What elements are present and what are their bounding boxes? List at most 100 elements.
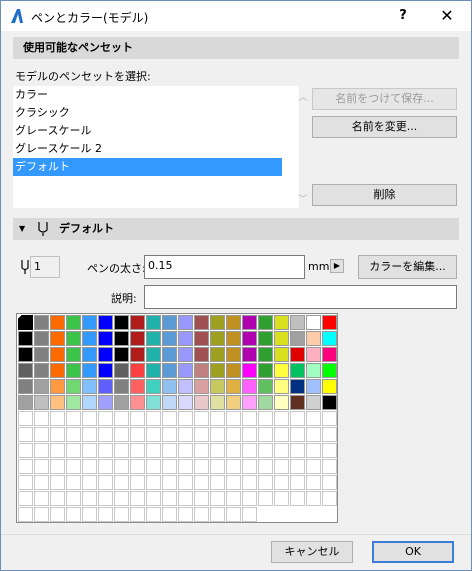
pen-cell[interactable] xyxy=(290,459,305,474)
pen-cell[interactable] xyxy=(274,443,289,458)
pen-cell[interactable] xyxy=(322,395,337,410)
pen-cell[interactable] xyxy=(66,475,81,490)
pen-cell[interactable] xyxy=(98,443,113,458)
pen-cell[interactable] xyxy=(258,475,273,490)
pen-cell[interactable] xyxy=(258,443,273,458)
list-item[interactable]: グレースケール 2 xyxy=(13,140,282,158)
pen-cell[interactable] xyxy=(226,347,241,362)
pen-cell[interactable] xyxy=(50,347,65,362)
pen-cell[interactable] xyxy=(322,459,337,474)
pen-cell[interactable] xyxy=(34,443,49,458)
pen-cell[interactable] xyxy=(66,315,81,330)
pen-cell[interactable] xyxy=(178,475,193,490)
edit-color-button[interactable]: カラーを編集... xyxy=(358,255,457,279)
pen-cell[interactable] xyxy=(242,475,257,490)
pen-cell[interactable] xyxy=(306,443,321,458)
pen-cell[interactable] xyxy=(210,347,225,362)
pen-cell[interactable] xyxy=(274,379,289,394)
list-item[interactable]: カラー xyxy=(13,86,282,104)
help-button[interactable]: ? xyxy=(381,3,425,29)
pen-cell[interactable] xyxy=(82,379,97,394)
pen-cell[interactable] xyxy=(322,315,337,330)
pen-cell[interactable] xyxy=(290,475,305,490)
pen-cell[interactable] xyxy=(274,331,289,346)
pen-cell[interactable] xyxy=(274,459,289,474)
pen-cell[interactable] xyxy=(290,363,305,378)
pen-cell[interactable] xyxy=(258,315,273,330)
pen-cell[interactable] xyxy=(66,379,81,394)
pen-cell[interactable] xyxy=(290,427,305,442)
pen-cell[interactable] xyxy=(194,427,209,442)
pen-cell[interactable] xyxy=(306,395,321,410)
pen-cell[interactable] xyxy=(258,491,273,506)
pen-cell[interactable] xyxy=(226,491,241,506)
pen-cell[interactable] xyxy=(258,331,273,346)
delete-button[interactable]: 削除 xyxy=(312,184,457,206)
pen-cell[interactable] xyxy=(162,331,177,346)
pen-cell[interactable] xyxy=(114,411,129,426)
pen-cell[interactable] xyxy=(162,379,177,394)
pen-cell[interactable] xyxy=(242,363,257,378)
pen-cell[interactable] xyxy=(306,331,321,346)
pen-cell[interactable] xyxy=(18,411,33,426)
pen-cell[interactable] xyxy=(50,443,65,458)
pen-cell[interactable] xyxy=(130,347,145,362)
close-button[interactable]: ✕ xyxy=(425,3,469,29)
pen-cell[interactable] xyxy=(34,363,49,378)
pen-cell[interactable] xyxy=(18,395,33,410)
pen-cell[interactable] xyxy=(258,347,273,362)
pen-cell[interactable] xyxy=(258,427,273,442)
pen-cell[interactable] xyxy=(290,443,305,458)
pen-cell[interactable] xyxy=(114,331,129,346)
pen-cell[interactable] xyxy=(146,331,161,346)
pen-cell[interactable] xyxy=(226,443,241,458)
pen-cell[interactable] xyxy=(18,491,33,506)
pen-cell[interactable] xyxy=(34,347,49,362)
pen-cell[interactable] xyxy=(18,331,33,346)
pen-cell[interactable] xyxy=(18,475,33,490)
pen-cell[interactable] xyxy=(130,411,145,426)
pen-cell[interactable] xyxy=(322,443,337,458)
pen-cell[interactable] xyxy=(306,427,321,442)
pen-cell[interactable] xyxy=(146,443,161,458)
pen-cell[interactable] xyxy=(210,475,225,490)
pen-cell[interactable] xyxy=(306,491,321,506)
pen-palette-grid[interactable] xyxy=(16,313,338,523)
pen-cell[interactable] xyxy=(322,347,337,362)
pen-cell[interactable] xyxy=(18,459,33,474)
pen-cell[interactable] xyxy=(114,315,129,330)
pen-cell[interactable] xyxy=(146,491,161,506)
pen-cell[interactable] xyxy=(162,395,177,410)
pen-cell[interactable] xyxy=(322,411,337,426)
pen-cell[interactable] xyxy=(162,459,177,474)
unit-menu-arrow-icon[interactable]: ▶ xyxy=(330,259,344,273)
pen-set-list[interactable]: カラー クラシック グレースケール グレースケール 2 デフォルト ︿ ﹀ xyxy=(13,86,308,208)
pen-cell[interactable] xyxy=(242,379,257,394)
pen-cell[interactable] xyxy=(18,347,33,362)
pen-cell[interactable] xyxy=(322,491,337,506)
pen-cell[interactable] xyxy=(146,363,161,378)
pen-cell[interactable] xyxy=(242,395,257,410)
pen-cell[interactable] xyxy=(50,459,65,474)
pen-cell[interactable] xyxy=(34,459,49,474)
pen-cell[interactable] xyxy=(66,427,81,442)
pen-cell[interactable] xyxy=(194,475,209,490)
pen-cell[interactable] xyxy=(322,363,337,378)
pen-cell[interactable] xyxy=(82,363,97,378)
pen-cell[interactable] xyxy=(146,475,161,490)
pen-cell[interactable] xyxy=(178,507,193,522)
pen-cell[interactable] xyxy=(226,363,241,378)
pen-cell[interactable] xyxy=(66,491,81,506)
pen-cell[interactable] xyxy=(98,347,113,362)
pen-cell[interactable] xyxy=(226,411,241,426)
pen-cell[interactable] xyxy=(226,379,241,394)
pen-cell[interactable] xyxy=(18,443,33,458)
pen-cell[interactable] xyxy=(210,411,225,426)
pen-cell[interactable] xyxy=(274,347,289,362)
pen-cell[interactable] xyxy=(306,315,321,330)
pen-cell[interactable] xyxy=(162,491,177,506)
pen-cell[interactable] xyxy=(98,427,113,442)
pen-cell[interactable] xyxy=(130,395,145,410)
pen-cell[interactable] xyxy=(322,331,337,346)
pen-cell[interactable] xyxy=(226,475,241,490)
